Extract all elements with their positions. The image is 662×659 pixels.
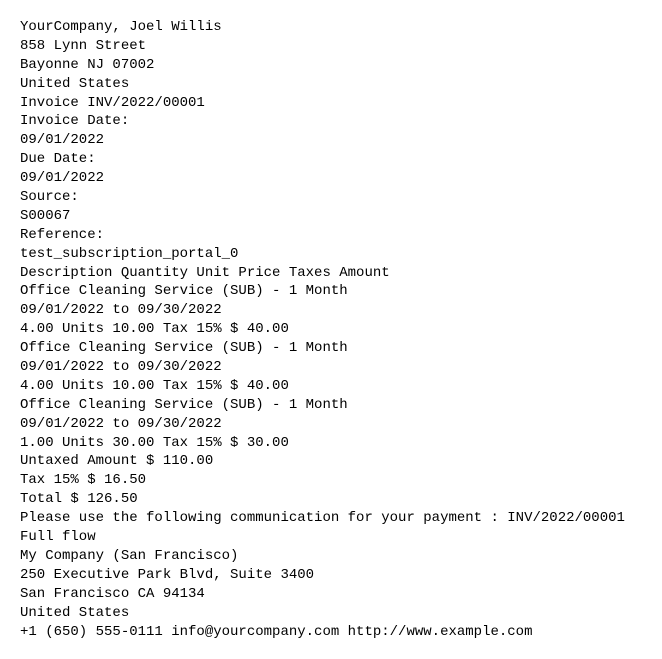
table-header: Description Quantity Unit Price Taxes Am… xyxy=(20,264,642,283)
customer-city-state-zip: Bayonne NJ 07002 xyxy=(20,56,642,75)
invoice-date-label: Invoice Date: xyxy=(20,112,642,131)
reference-label: Reference: xyxy=(20,226,642,245)
line-item-period: 09/01/2022 to 09/30/2022 xyxy=(20,415,642,434)
due-date-label: Due Date: xyxy=(20,150,642,169)
invoice-date-value: 09/01/2022 xyxy=(20,131,642,150)
payment-communication: Please use the following communication f… xyxy=(20,509,642,528)
customer-country: United States xyxy=(20,75,642,94)
line-item-detail: 4.00 Units 10.00 Tax 15% $ 40.00 xyxy=(20,320,642,339)
invoice-title: Invoice INV/2022/00001 xyxy=(20,94,642,113)
untaxed-amount: Untaxed Amount $ 110.00 xyxy=(20,452,642,471)
reference-value: test_subscription_portal_0 xyxy=(20,245,642,264)
source-value: S00067 xyxy=(20,207,642,226)
line-item-period: 09/01/2022 to 09/30/2022 xyxy=(20,301,642,320)
company-name: My Company (San Francisco) xyxy=(20,547,642,566)
line-item-period: 09/01/2022 to 09/30/2022 xyxy=(20,358,642,377)
tax-amount: Tax 15% $ 16.50 xyxy=(20,471,642,490)
line-item-desc: Office Cleaning Service (SUB) - 1 Month xyxy=(20,339,642,358)
line-item-detail: 4.00 Units 10.00 Tax 15% $ 40.00 xyxy=(20,377,642,396)
customer-name: YourCompany, Joel Willis xyxy=(20,18,642,37)
customer-street: 858 Lynn Street xyxy=(20,37,642,56)
company-contact: +1 (650) 555-0111 info@yourcompany.com h… xyxy=(20,623,642,642)
source-label: Source: xyxy=(20,188,642,207)
company-street: 250 Executive Park Blvd, Suite 3400 xyxy=(20,566,642,585)
company-country: United States xyxy=(20,604,642,623)
line-item-detail: 1.00 Units 30.00 Tax 15% $ 30.00 xyxy=(20,434,642,453)
due-date-value: 09/01/2022 xyxy=(20,169,642,188)
total-amount: Total $ 126.50 xyxy=(20,490,642,509)
line-item-desc: Office Cleaning Service (SUB) - 1 Month xyxy=(20,282,642,301)
flow: Full flow xyxy=(20,528,642,547)
line-item-desc: Office Cleaning Service (SUB) - 1 Month xyxy=(20,396,642,415)
company-city-state-zip: San Francisco CA 94134 xyxy=(20,585,642,604)
